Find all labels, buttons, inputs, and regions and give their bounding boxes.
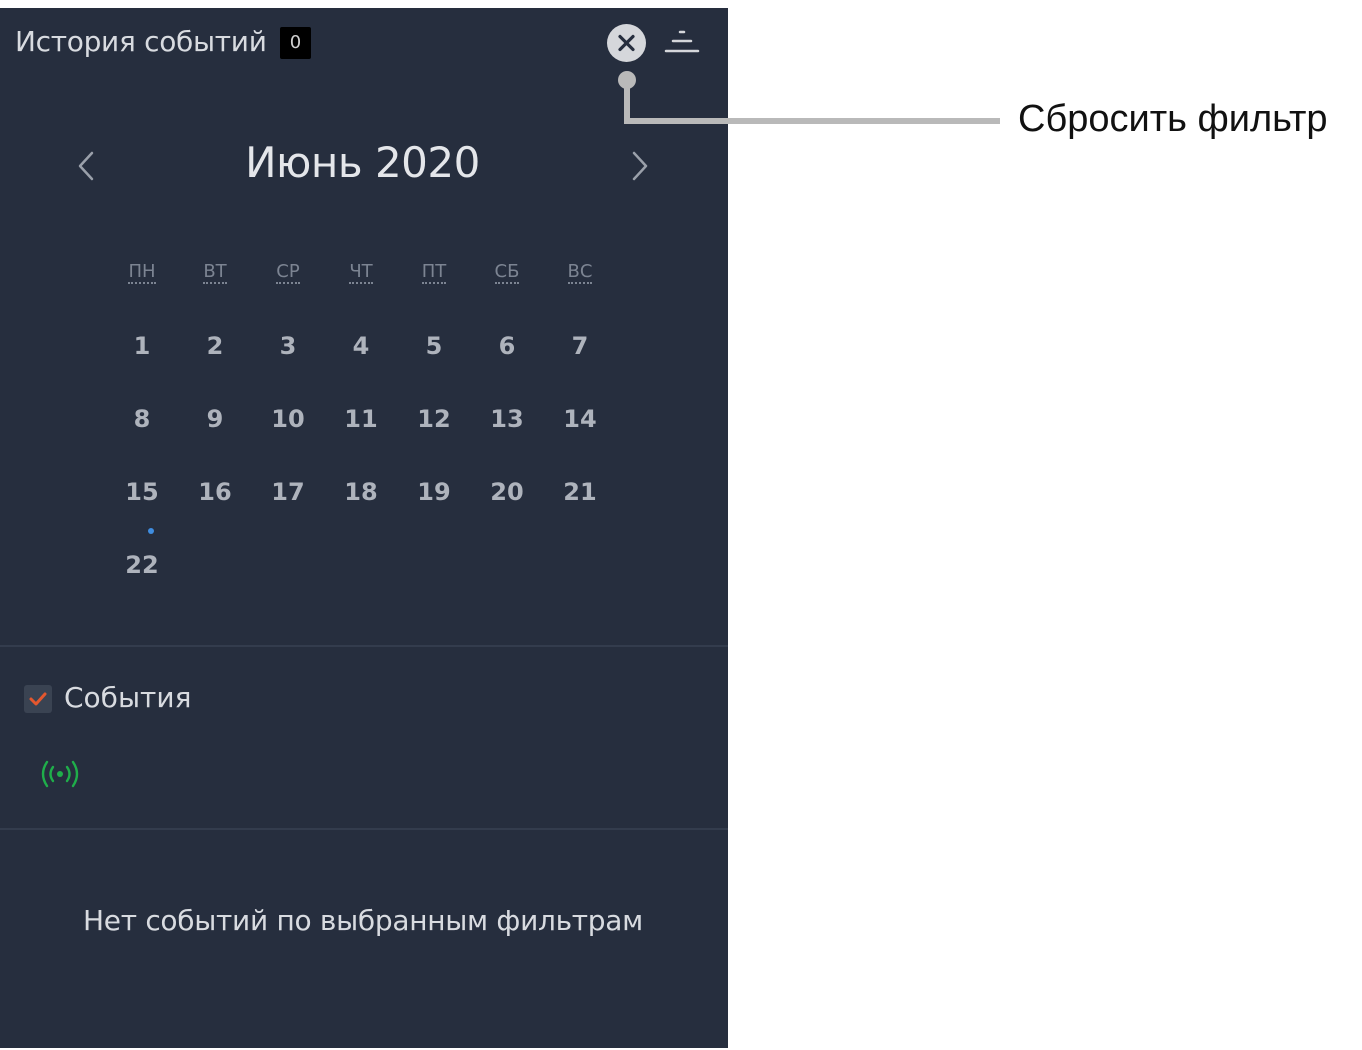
weekday-label: СР [276, 261, 300, 284]
calendar-day[interactable]: 6 [477, 332, 537, 360]
weekday-label: ПТ [421, 261, 447, 284]
calendar-day[interactable]: 18 [331, 478, 391, 506]
calendar-day[interactable]: 5 [404, 332, 464, 360]
events-filter-label[interactable]: События [64, 681, 191, 714]
prev-month-button[interactable] [70, 148, 102, 184]
callout-label: Сбросить фильтр [1018, 98, 1328, 140]
weekday-label: ВТ [203, 261, 227, 284]
chevron-right-icon [632, 151, 648, 181]
calendar-day[interactable]: 19 [404, 478, 464, 506]
checkmark-icon [29, 692, 47, 706]
calendar-day[interactable]: 8 [112, 405, 172, 433]
calendar-day[interactable]: 13 [477, 405, 537, 433]
month-title: Июнь 2020 [245, 138, 480, 187]
chevron-left-icon [78, 151, 94, 181]
calendar-day[interactable]: 4 [331, 332, 391, 360]
weekday-label: ВС [567, 261, 593, 284]
next-month-button[interactable] [624, 148, 656, 184]
calendar-day[interactable]: 7 [550, 332, 610, 360]
calendar-day[interactable]: 16 [185, 478, 245, 506]
calendar-day[interactable]: 3 [258, 332, 318, 360]
calendar-day[interactable]: 2 [185, 332, 245, 360]
calendar-day[interactable]: 12 [404, 405, 464, 433]
weekday-label: ПН [128, 261, 156, 284]
calendar-day-marked[interactable]: 22 [112, 551, 172, 579]
weekday-label: ЧТ [349, 261, 373, 284]
calendar-day[interactable]: 17 [258, 478, 318, 506]
divider [0, 828, 728, 830]
calendar-day[interactable]: 15 [112, 478, 172, 506]
divider [0, 645, 728, 647]
calendar-day[interactable]: 20 [477, 478, 537, 506]
calendar-day[interactable]: 10 [258, 405, 318, 433]
calendar-day[interactable]: 1 [112, 332, 172, 360]
empty-state-message: Нет событий по выбранным фильтрам [83, 904, 643, 937]
event-history-panel: История событий 0 Июнь 2020 ПН ВТ СР ЧТ … [0, 8, 728, 1048]
events-checkbox[interactable] [24, 685, 52, 713]
broadcast-signal-icon[interactable] [38, 758, 84, 790]
calendar-day[interactable]: 21 [550, 478, 610, 506]
event-marker-dot [148, 528, 154, 534]
calendar-day[interactable]: 11 [331, 405, 391, 433]
callout-connector [618, 71, 1000, 124]
weekday-label: СБ [494, 261, 520, 284]
calendar-day[interactable]: 9 [185, 405, 245, 433]
calendar-day[interactable]: 14 [550, 405, 610, 433]
